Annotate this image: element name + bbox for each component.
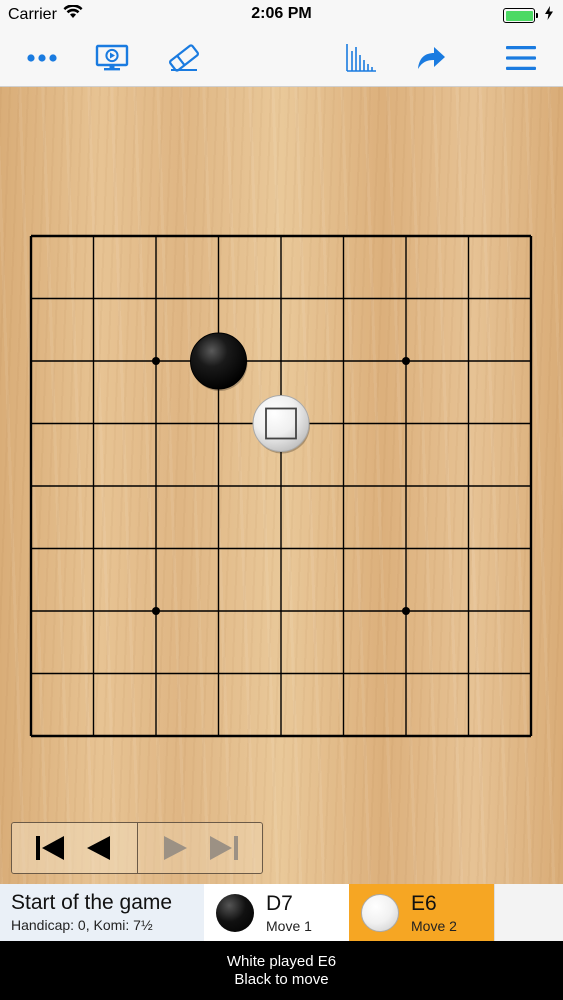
toolbar	[0, 30, 563, 87]
move-item-1[interactable]: D7 Move 1	[204, 884, 349, 941]
star-point	[402, 357, 410, 365]
black-stone	[190, 332, 247, 390]
move-navigation	[11, 822, 263, 874]
move-number: Move 1	[266, 917, 312, 934]
previous-move-icon	[87, 836, 111, 860]
last-move-button[interactable]	[204, 828, 244, 868]
more-icon[interactable]	[20, 40, 64, 76]
battery-icon	[503, 8, 538, 23]
white-stone	[252, 395, 310, 452]
status-bar: Carrier 2:06 PM	[0, 0, 563, 30]
board-stones	[190, 332, 310, 454]
first-move-icon	[36, 836, 65, 860]
share-icon[interactable]	[409, 40, 453, 76]
to-move-status: Black to move	[234, 971, 329, 988]
status-right	[503, 6, 553, 25]
next-move-icon	[163, 836, 187, 860]
go-board[interactable]	[0, 87, 563, 884]
eraser-icon[interactable]	[162, 40, 206, 76]
star-point	[152, 607, 160, 615]
screen-icon[interactable]	[90, 40, 134, 76]
game-status: White played E6 Black to move	[0, 941, 563, 1000]
last-move-icon	[209, 836, 238, 860]
status-time: 2:06 PM	[251, 5, 312, 22]
star-point	[402, 607, 410, 615]
star-point	[152, 357, 160, 365]
move-number: Move 2	[411, 917, 457, 934]
chart-icon[interactable]	[339, 40, 383, 76]
nav-back-group	[12, 823, 138, 873]
move-list: Start of the game Handicap: 0, Komi: 7½ …	[0, 884, 563, 941]
start-title: Start of the game	[11, 891, 173, 914]
black-stone-icon	[216, 893, 254, 932]
menu-icon[interactable]	[499, 40, 543, 76]
first-move-button[interactable]	[30, 828, 70, 868]
start-of-game-item[interactable]: Start of the game Handicap: 0, Komi: 7½	[0, 884, 204, 941]
board-grid	[29, 234, 533, 738]
last-move-status: White played E6	[226, 953, 337, 970]
previous-move-button[interactable]	[78, 828, 118, 868]
charging-icon	[545, 6, 553, 25]
move-coord: D7	[266, 891, 293, 915]
move-list-filler	[494, 884, 563, 941]
white-stone-icon	[361, 893, 399, 932]
move-item-2[interactable]: E6 Move 2	[349, 884, 494, 941]
move-coord: E6	[411, 891, 437, 915]
nav-forward-group	[137, 823, 262, 873]
board-area	[0, 87, 563, 884]
start-subtitle: Handicap: 0, Komi: 7½	[11, 917, 153, 933]
next-move-button[interactable]	[156, 828, 196, 868]
